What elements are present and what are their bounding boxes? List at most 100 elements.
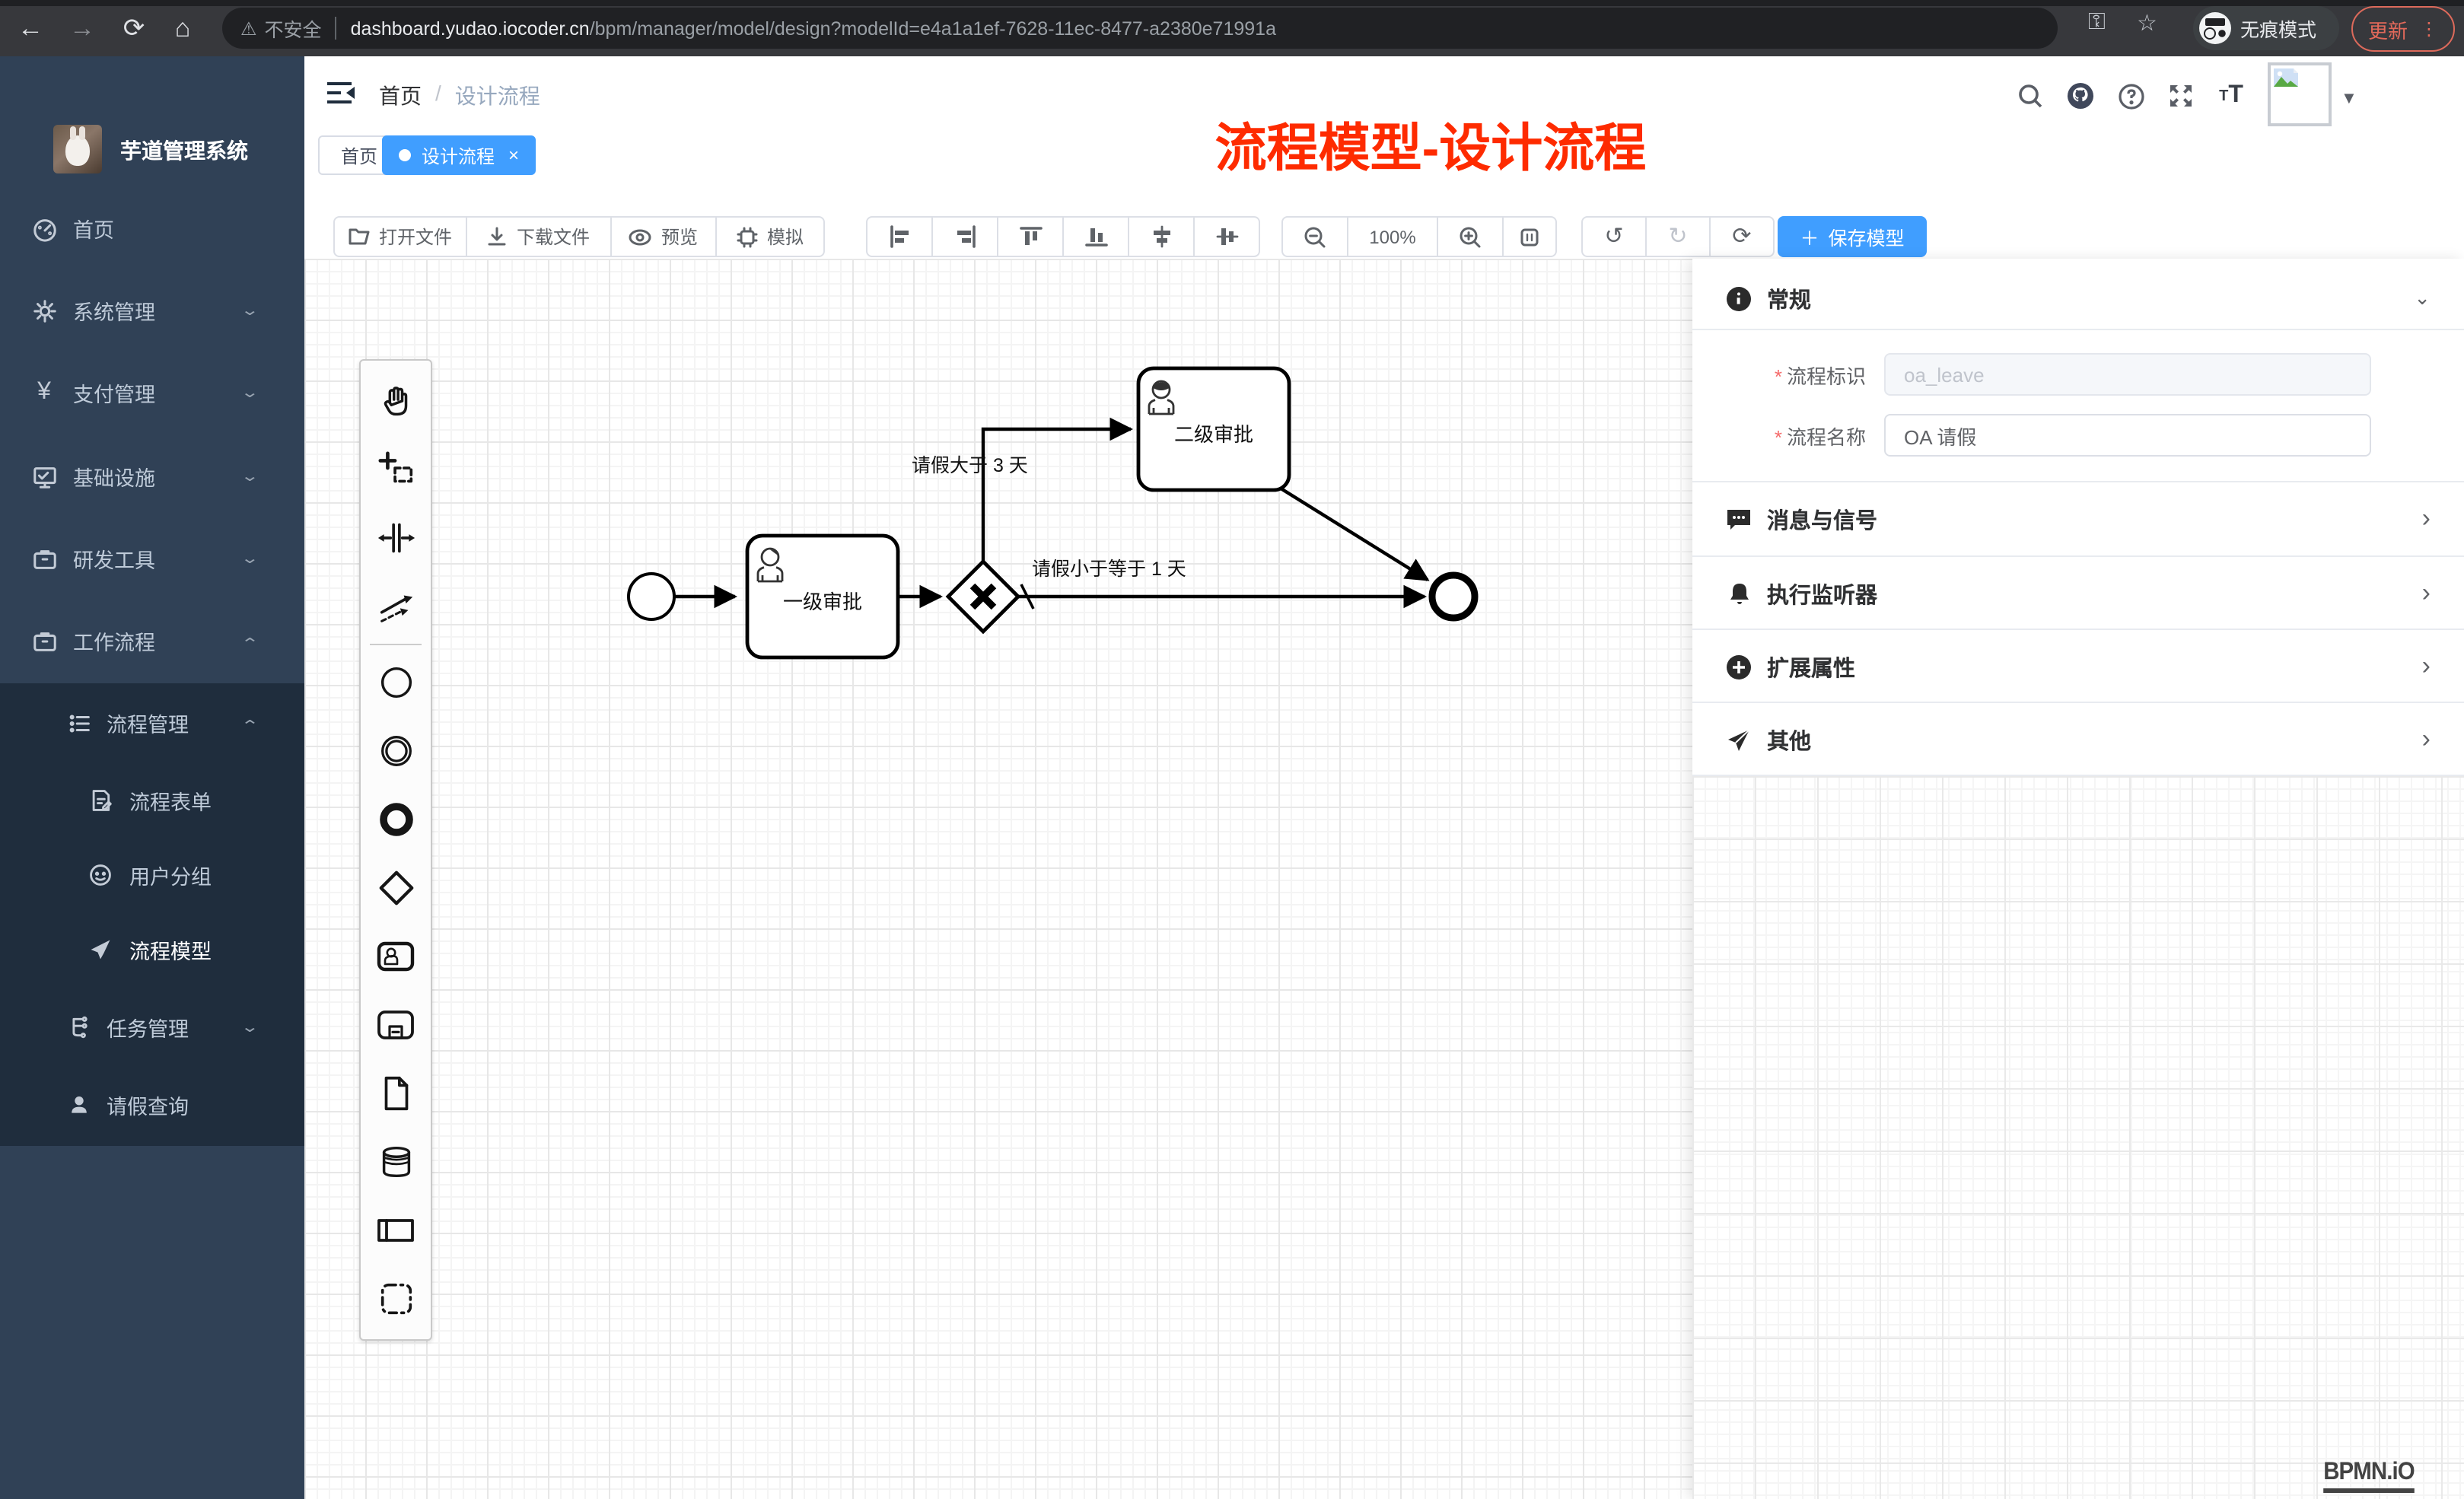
breadcrumb-home[interactable]: 首页 [379, 81, 422, 111]
align-center-vertical-button[interactable] [1128, 216, 1195, 257]
zoom-in-button[interactable] [1437, 216, 1504, 257]
hand-tool[interactable] [361, 367, 431, 435]
not-secure-label: 不安全 [265, 14, 322, 43]
browser-update-button[interactable]: 更新 ⋮ [2351, 6, 2455, 52]
save-model-button[interactable]: ＋ 保存模型 [1778, 216, 1927, 257]
bookmark-star-icon[interactable]: ☆ [2137, 9, 2157, 37]
bell-icon [1726, 581, 1752, 606]
search-icon[interactable] [2012, 78, 2049, 114]
browser-reload-icon[interactable]: ⟳ [116, 11, 152, 47]
sidebar-item-workflow[interactable]: 工作流程 ⌄ [0, 610, 304, 671]
undo-button[interactable]: ↺ [1581, 216, 1647, 257]
caret-down-icon[interactable]: ▼ [2341, 90, 2357, 108]
font-size-icon[interactable]: TT [2213, 78, 2249, 114]
chevron-down-icon: ⌄ [240, 468, 259, 485]
sidebar-item-process-model[interactable]: 流程模型 [0, 919, 304, 980]
sidebar-item-payment[interactable]: ¥ 支付管理 ⌄ [0, 362, 304, 423]
create-subprocess[interactable] [361, 991, 431, 1059]
sidebar-item-infra[interactable]: 基础设施 ⌄ [0, 446, 304, 507]
create-data-object[interactable] [361, 1059, 431, 1128]
sidebar-collapse-icon[interactable] [326, 79, 356, 107]
browser-back-icon[interactable]: ← [12, 11, 49, 47]
panel-section-other[interactable]: 其他 › [1692, 703, 2464, 776]
panel-extra-area: BPMN.iO [1692, 776, 2464, 1499]
sidebar-item-process-mgmt[interactable]: 流程管理 ⌄ [0, 692, 304, 753]
breadcrumb-separator: / [435, 81, 441, 111]
end-event[interactable] [1432, 575, 1475, 618]
chevron-down-icon: ⌄ [240, 302, 259, 319]
browser-forward-icon[interactable]: → [64, 11, 100, 47]
simulate-button[interactable]: 模拟 [715, 216, 825, 257]
create-gateway[interactable] [361, 854, 431, 922]
github-icon[interactable] [2062, 78, 2099, 114]
bpmn-canvas[interactable]: 一级审批 二级审批 请假大于 3 天 请假小于等于 1 天 [304, 259, 1692, 1499]
preview-button[interactable]: 预览 [610, 216, 717, 257]
download-file-button[interactable]: 下载文件 [466, 216, 612, 257]
bpmn-io-logo[interactable]: BPMN.iO [2323, 1459, 2415, 1493]
sidebar-item-home[interactable]: 首页 [0, 198, 304, 259]
zoom-reset-button[interactable] [1502, 216, 1557, 257]
browser-menu-icon[interactable]: ⋮ [2420, 18, 2438, 40]
password-key-icon[interactable]: ⚿ [2088, 9, 2106, 35]
lasso-tool[interactable] [361, 435, 431, 504]
sidebar-item-user-group[interactable]: 用户分组 [0, 845, 304, 905]
process-name-input[interactable] [1884, 414, 2371, 457]
open-file-button[interactable]: 打开文件 [333, 216, 467, 257]
panel-section-extensions[interactable]: 扩展属性 › [1692, 630, 2464, 703]
avatar[interactable] [2268, 62, 2332, 126]
align-top-button[interactable] [997, 216, 1064, 257]
tab-label: 设计流程 [422, 142, 495, 168]
flow-task2-to-end[interactable] [1278, 487, 1428, 580]
panel-section-label: 扩展属性 [1767, 651, 1855, 683]
create-user-task[interactable] [361, 922, 431, 991]
fullscreen-icon[interactable] [2163, 78, 2199, 114]
zoom-out-button[interactable] [1281, 216, 1348, 257]
task-label: 二级审批 [1138, 419, 1289, 447]
chevron-right-icon: › [2422, 504, 2431, 534]
space-tool[interactable] [361, 504, 431, 572]
align-bottom-button[interactable] [1062, 216, 1129, 257]
panel-section-messages[interactable]: 消息与信号 › [1692, 482, 2464, 555]
panel-section-general[interactable]: 常规 ⌄ [1692, 271, 2464, 326]
panel-section-label: 常规 [1767, 282, 1811, 314]
sidebar-item-label: 系统管理 [73, 295, 155, 326]
create-start-event[interactable] [361, 648, 431, 717]
required-mark: * [1775, 364, 1782, 387]
plus-icon: ＋ [1800, 222, 1819, 251]
global-connect-tool[interactable] [361, 572, 431, 641]
sidebar-item-process-form[interactable]: 流程表单 [0, 770, 304, 831]
align-right-button[interactable] [931, 216, 998, 257]
sidebar-item-label: 流程表单 [129, 785, 212, 816]
sidebar-item-leave-query[interactable]: 请假查询 [0, 1074, 304, 1135]
sidebar-item-label: 任务管理 [107, 1012, 189, 1042]
incognito-badge: 无痕模式 [2193, 6, 2339, 50]
paper-plane-icon [87, 936, 114, 963]
create-end-event[interactable] [361, 785, 431, 854]
create-data-store[interactable] [361, 1128, 431, 1196]
browser-tab-strip [0, 0, 2464, 6]
zoom-level: 100% [1347, 216, 1438, 257]
flow-condition-label: 请假小于等于 1 天 [1032, 552, 1186, 581]
align-left-button[interactable] [866, 216, 933, 257]
plus-circle-icon [1726, 654, 1752, 679]
redo-button[interactable]: ↻ [1645, 216, 1711, 257]
sidebar-item-system[interactable]: 系统管理 ⌄ [0, 280, 304, 341]
create-intermediate-event[interactable] [361, 717, 431, 785]
sidebar-item-task-mgmt[interactable]: 任务管理 ⌄ [0, 997, 304, 1058]
main-area: 首页 / 设计流程 TT [304, 56, 2464, 1499]
close-icon[interactable]: × [508, 145, 519, 166]
chevron-up-icon: ⌄ [240, 632, 259, 649]
browser-home-icon[interactable]: ⌂ [164, 11, 201, 47]
process-key-input [1884, 353, 2371, 396]
restart-button[interactable]: ⟳ [1709, 216, 1775, 257]
create-participant-pool[interactable] [361, 1196, 431, 1265]
start-event[interactable] [629, 574, 674, 619]
sidebar-item-devtools[interactable]: 研发工具 ⌄ [0, 528, 304, 589]
align-center-horizontal-button[interactable] [1193, 216, 1260, 257]
tab-design-process[interactable]: 设计流程 × [382, 135, 536, 175]
create-group[interactable] [361, 1265, 431, 1333]
address-bar[interactable]: ⚠ 不安全 dashboard.yudao.iocoder.cn/bpm/man… [222, 8, 2058, 49]
panel-section-listeners[interactable]: 执行监听器 › [1692, 557, 2464, 630]
panel-section-label: 其他 [1767, 724, 1811, 756]
help-icon[interactable] [2112, 78, 2149, 114]
